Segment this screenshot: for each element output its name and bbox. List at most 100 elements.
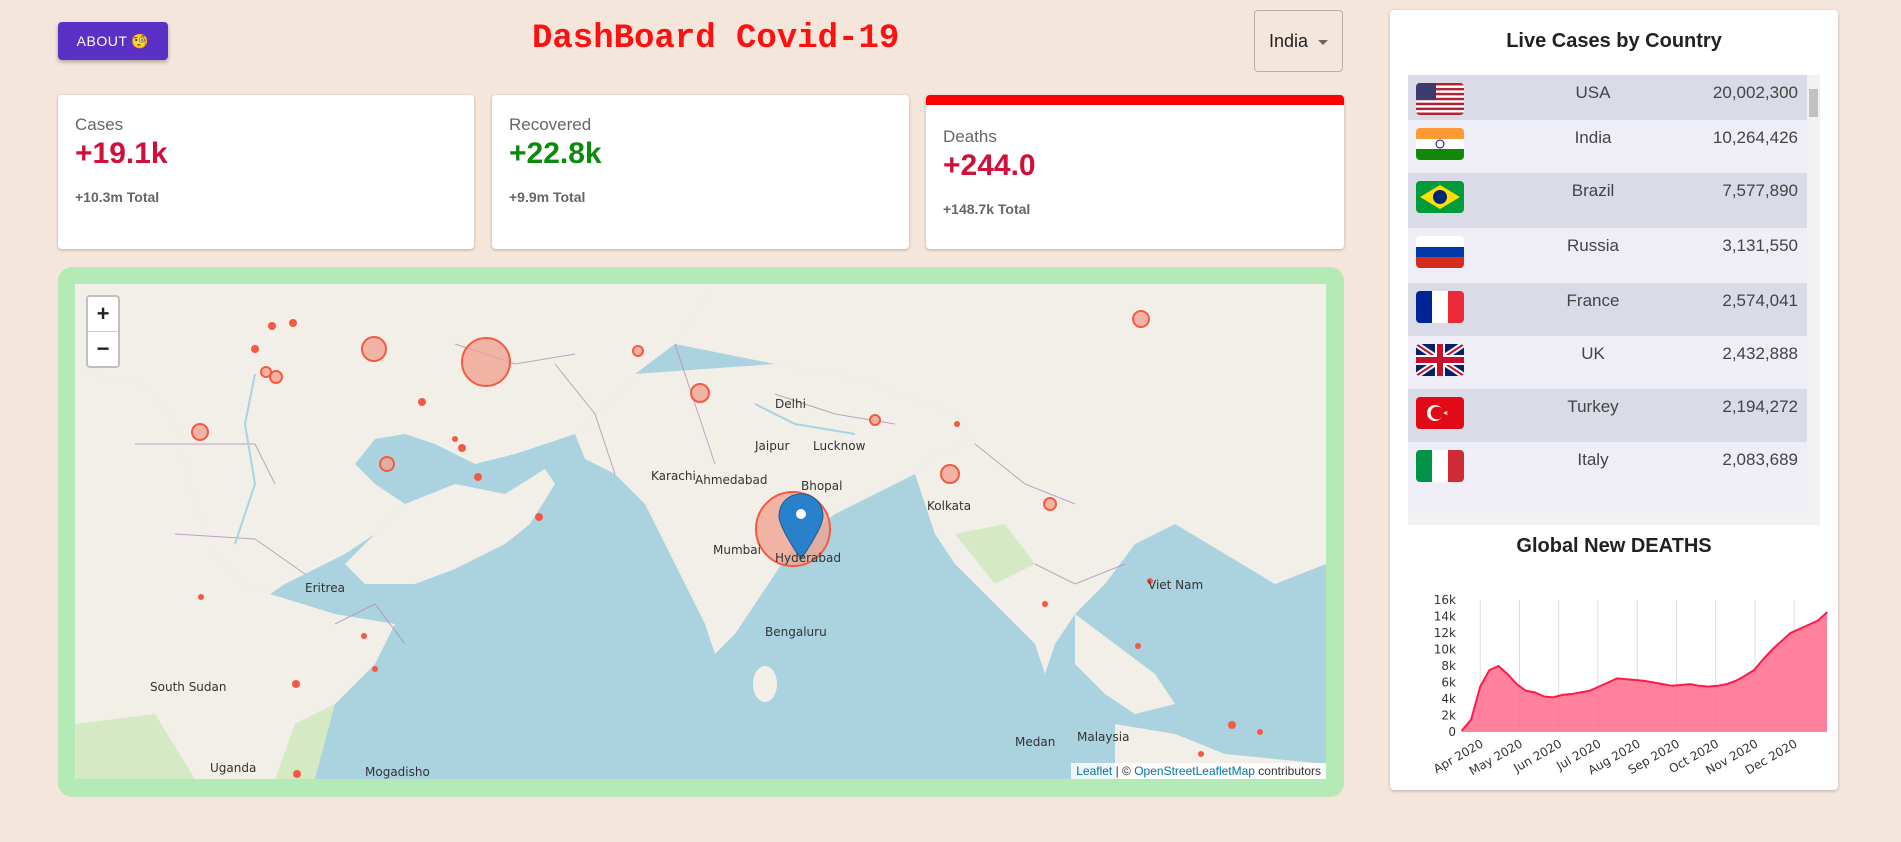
recovered-card: Recovered +22.8k +9.9m Total — [492, 95, 909, 249]
deaths-point — [1570, 693, 1573, 695]
deaths-point — [1716, 685, 1719, 687]
country-count: 2,574,041 — [1722, 291, 1798, 310]
country-name: Brazil — [1571, 181, 1615, 200]
deaths-point — [1488, 669, 1491, 671]
deaths-point — [1461, 729, 1463, 732]
tr-flag-icon — [1416, 397, 1464, 429]
zoom-in-button[interactable]: + — [88, 297, 118, 331]
country-row: Italy 2,083,689 — [1408, 442, 1820, 495]
deaths-point — [1762, 658, 1764, 661]
country-row: Turkey 2,194,272 — [1408, 389, 1820, 442]
ru-flag-icon — [1416, 236, 1464, 268]
country-name: Turkey — [1567, 397, 1619, 416]
osm-link[interactable]: OpenStreetLeafletMap — [1134, 764, 1255, 778]
country-name: UK — [1581, 344, 1605, 363]
map-label: Medan — [1015, 735, 1055, 749]
country-name: France — [1566, 291, 1620, 310]
map-label: Mumbai — [713, 543, 761, 557]
deaths-point — [1661, 683, 1664, 685]
deaths-point — [1725, 683, 1728, 685]
country-row: Brazil 7,577,890 — [1408, 173, 1820, 228]
y-tick-label: 10k — [1434, 643, 1456, 657]
deaths-point — [1780, 640, 1783, 643]
deaths-point — [1744, 675, 1746, 677]
deaths-label: Deaths — [943, 127, 997, 146]
br-flag-icon — [1416, 181, 1464, 213]
right-panel: Live Cases by Country USA 20,002,300 India… — [1390, 10, 1838, 790]
map-label: Uganda — [210, 761, 256, 775]
live-cases-table[interactable]: USA 20,002,300 India 10,264,426 Brazil 7,577,… — [1408, 75, 1820, 525]
recovered-value: +22.8k — [509, 137, 602, 170]
deaths-point — [1470, 718, 1472, 721]
live-cases-title: Live Cases by Country — [1506, 30, 1722, 52]
world-map[interactable]: Mumbai Hyderabad Bengaluru Ahmedabad Bho… — [75, 284, 1326, 779]
deaths-point — [1807, 623, 1810, 626]
country-name: USA — [1575, 83, 1611, 102]
country-count: 3,131,550 — [1722, 236, 1798, 255]
y-tick-label: 16k — [1434, 593, 1456, 607]
map-label: Viet Nam — [1148, 578, 1203, 592]
deaths-total: +148.7k Total — [943, 201, 1031, 217]
y-tick-label: 2k — [1441, 709, 1456, 723]
deaths-point — [1552, 696, 1555, 699]
y-tick-label: 14k — [1434, 610, 1456, 624]
deaths-point — [1643, 680, 1646, 682]
map-frame: Mumbai Hyderabad Bengaluru Ahmedabad Bho… — [58, 267, 1344, 797]
deaths-point — [1689, 683, 1691, 685]
deaths-point — [1734, 680, 1737, 682]
caret-down-icon — [1318, 40, 1328, 45]
map-label: Malaysia — [1077, 730, 1129, 744]
country-name: India — [1574, 128, 1612, 147]
map-label: Mogadisho — [365, 765, 430, 779]
map-label: Ahmedabad — [695, 473, 767, 487]
deaths-point — [1534, 691, 1536, 694]
country-count: 10,264,426 — [1712, 128, 1798, 147]
map-label: Kolkata — [927, 499, 971, 513]
country-count: 2,432,888 — [1722, 344, 1798, 363]
country-count: 7,577,890 — [1722, 181, 1798, 200]
deaths-area — [1462, 612, 1827, 732]
deaths-point — [1479, 685, 1482, 688]
map-label: Lucknow — [813, 439, 866, 453]
deaths-point — [1634, 679, 1637, 681]
us-flag-icon — [1416, 83, 1464, 115]
attribution-suffix: contributors — [1254, 764, 1321, 778]
vertical-scrollbar[interactable] — [1807, 75, 1820, 515]
deaths-point — [1561, 694, 1564, 696]
country-select-value: India — [1269, 30, 1309, 51]
deaths-point — [1543, 695, 1545, 698]
deaths-point — [1798, 628, 1801, 630]
zoom-control: + − — [86, 295, 120, 368]
deaths-point — [1607, 681, 1609, 684]
thinking-face-icon: 🧐 — [131, 32, 150, 49]
country-count: 2,194,272 — [1722, 397, 1798, 416]
y-tick-label: 6k — [1441, 676, 1456, 690]
deaths-point — [1707, 685, 1710, 688]
recovered-total: +9.9m Total — [509, 189, 586, 205]
map-label: Jaipur — [754, 439, 789, 453]
in-flag-icon — [1416, 128, 1464, 160]
country-row: France 2,574,041 — [1408, 283, 1820, 336]
deaths-value: +244.0 — [943, 149, 1036, 182]
country-row: UK 2,432,888 — [1408, 336, 1820, 389]
y-tick-label: 4k — [1441, 692, 1456, 706]
map-label: Hyderabad — [775, 551, 841, 565]
deaths-point — [1753, 669, 1755, 671]
deaths-point — [1625, 678, 1628, 680]
country-select[interactable]: India — [1254, 10, 1343, 72]
about-button[interactable]: ABOUT 🧐 — [58, 22, 168, 60]
deaths-point — [1671, 685, 1673, 687]
deaths-point — [1598, 685, 1600, 688]
fr-flag-icon — [1416, 291, 1464, 323]
map-labels: Mumbai Hyderabad Bengaluru Ahmedabad Bho… — [150, 397, 1203, 779]
leaflet-link[interactable]: Leaflet — [1076, 764, 1112, 778]
deaths-point — [1506, 673, 1509, 676]
country-name: Italy — [1577, 450, 1609, 469]
zoom-out-button[interactable]: − — [88, 331, 118, 366]
deaths-chart-svg: 02k4k6k8k10k12k14k16kApr 2020May 2020Jun… — [1431, 593, 1828, 778]
horizontal-scrollbar[interactable] — [1408, 513, 1820, 525]
map-label: Delhi — [775, 397, 806, 411]
attribution-separator: | © — [1112, 764, 1135, 778]
deaths-point — [1652, 681, 1655, 684]
cases-total: +10.3m Total — [75, 189, 160, 205]
